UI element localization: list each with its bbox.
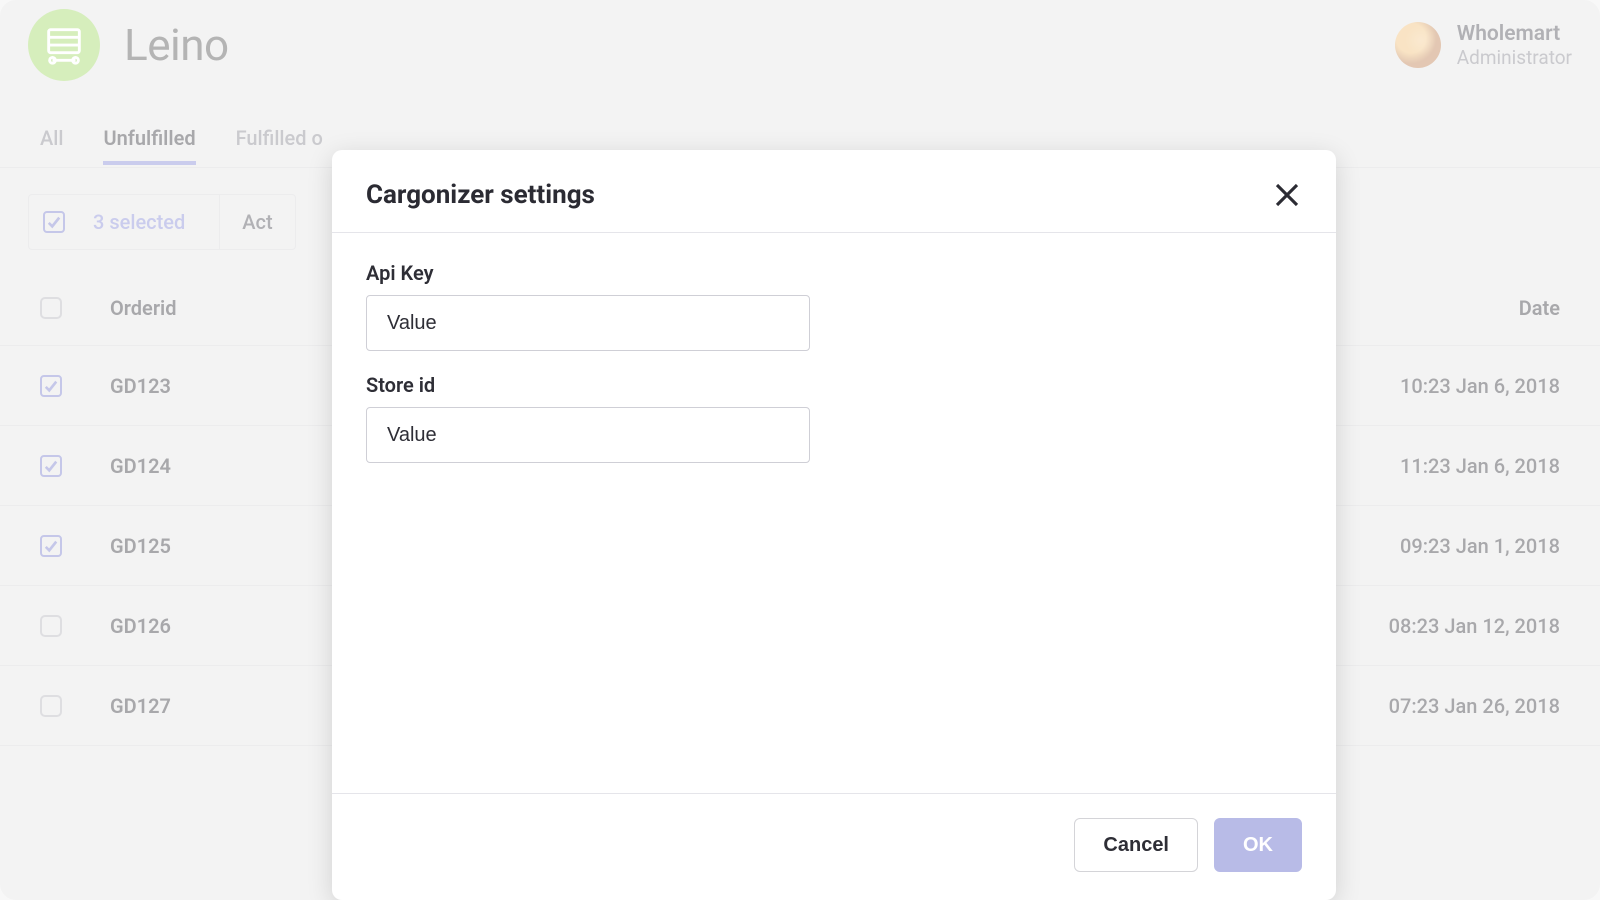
close-button[interactable] — [1272, 180, 1302, 210]
cancel-button[interactable]: Cancel — [1074, 818, 1198, 872]
settings-modal: Cargonizer settings Api Key Store id Can… — [332, 150, 1336, 900]
close-icon — [1272, 180, 1302, 210]
api-key-field: Api Key — [366, 261, 1302, 351]
store-id-label: Store id — [366, 373, 1302, 397]
store-id-input[interactable] — [366, 407, 810, 463]
modal-footer: Cancel OK — [332, 793, 1336, 900]
modal-title: Cargonizer settings — [366, 180, 595, 210]
api-key-label: Api Key — [366, 261, 1302, 285]
store-id-field: Store id — [366, 373, 1302, 463]
ok-button[interactable]: OK — [1214, 818, 1302, 872]
api-key-input[interactable] — [366, 295, 810, 351]
modal-header: Cargonizer settings — [332, 150, 1336, 233]
modal-body: Api Key Store id — [332, 233, 1336, 793]
